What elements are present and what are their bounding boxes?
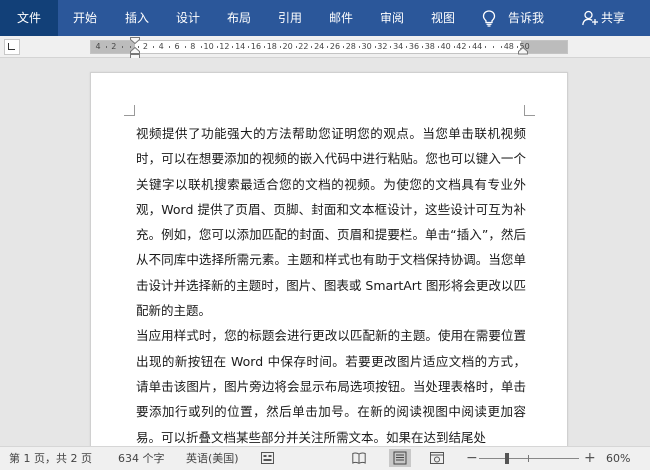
ruler-tick <box>216 46 218 48</box>
read-mode-icon[interactable] <box>352 452 366 464</box>
ruler-number: 40 <box>440 42 451 51</box>
tab-references[interactable]: 引用 <box>265 0 315 36</box>
paragraph-1[interactable]: 视频提供了功能强大的方法帮助您证明您的观点。当您单击联机视频时，可以在想要添加的… <box>136 121 526 323</box>
ruler-tick <box>421 46 423 48</box>
tab-stop-selector[interactable] <box>4 39 20 55</box>
zoom-out-button[interactable]: − <box>466 447 478 470</box>
document-page[interactable]: 视频提供了功能强大的方法帮助您证明您的观点。当您单击联机视频时，可以在想要添加的… <box>90 72 568 446</box>
tell-me-label: 告诉我 <box>508 11 545 25</box>
ruler-number: 42 <box>456 42 467 51</box>
tab-mailings[interactable]: 邮件 <box>316 0 366 36</box>
tell-me-search[interactable]: 告诉我 <box>478 0 558 36</box>
crop-mark-top-left <box>124 105 135 116</box>
zoom-level[interactable]: 60% <box>606 447 630 470</box>
ruler-number: 22 <box>298 42 309 51</box>
ruler-tick <box>121 46 123 48</box>
ruler-tick <box>453 46 455 48</box>
ruler-tick <box>485 46 487 48</box>
tab-view[interactable]: 视图 <box>418 0 468 36</box>
ruler-tick <box>406 46 408 48</box>
right-indent-marker[interactable] <box>518 47 528 55</box>
ruler-number: 10 <box>203 42 214 51</box>
ruler-tick <box>342 46 344 48</box>
ruler-number: 26 <box>329 42 341 51</box>
ruler-tick <box>390 46 392 48</box>
ruler-number: 6 <box>174 42 180 51</box>
share-button[interactable]: 共享 <box>580 0 644 36</box>
ruler-number: 18 <box>266 42 277 51</box>
ruler-bar: 4 2 2 4 6 8 10 12 14 16 18 20 22 24 26 28 30 32 34 36 38 40 42… <box>0 36 650 60</box>
ruler-tick <box>153 46 155 48</box>
ruler-tick <box>295 46 297 48</box>
web-layout-icon[interactable] <box>430 452 444 464</box>
document-body[interactable]: 视频提供了功能强大的方法帮助您证明您的观点。当您单击联机视频时，可以在想要添加的… <box>136 121 526 446</box>
ruler-number: 4 <box>158 42 164 51</box>
language-indicator[interactable]: 英语(美国) <box>186 447 239 470</box>
ruler-number: 14 <box>235 42 246 51</box>
tab-layout[interactable]: 布局 <box>214 0 264 36</box>
ruler-number: 34 <box>393 42 404 51</box>
ruler-number: 24 <box>314 42 325 51</box>
ruler-number: 30 <box>361 42 372 51</box>
ruler-tick <box>184 46 186 48</box>
zoom-slider-track[interactable] <box>479 458 579 459</box>
ruler-tick <box>279 46 281 48</box>
horizontal-ruler[interactable]: 4 2 2 4 6 8 10 12 14 16 18 20 22 24 26 28 30 32 34 36 38 40 42… <box>90 37 568 60</box>
ruler-number: 4 <box>95 42 101 51</box>
zoom-slider-center-mark <box>528 455 529 462</box>
tab-home[interactable]: 开始 <box>60 0 110 36</box>
tab-file[interactable]: 文件 <box>0 0 58 36</box>
ruler-number: 44 <box>472 42 483 51</box>
ruler-tick <box>374 46 376 48</box>
zoom-in-button[interactable]: + <box>584 447 596 470</box>
ruler-tick <box>248 46 250 48</box>
ruler-tick <box>105 46 107 48</box>
paragraph-2[interactable]: 当应用样式时，您的标题会进行更改以匹配新的主题。使用在需要位置出现的新按钮在 W… <box>136 323 526 446</box>
ruler-number: 12 <box>219 42 230 51</box>
ruler-number: 16 <box>250 42 262 51</box>
ruler-number: 2 <box>111 42 117 51</box>
ruler-number: 38 <box>424 42 435 51</box>
ruler-tick <box>311 46 313 48</box>
macro-recording-icon[interactable] <box>261 452 274 464</box>
status-bar: 第 1 页，共 2 页 634 个字 英语(美国) − + 60% <box>0 446 650 470</box>
word-count[interactable]: 634 个字 <box>118 447 165 470</box>
ruler-tick <box>200 46 202 48</box>
ruler-number: 48 <box>503 42 514 51</box>
share-label: 共享 <box>601 11 626 25</box>
ruler-tick <box>263 46 265 48</box>
tab-design[interactable]: 设计 <box>163 0 213 36</box>
ruler-tick <box>327 46 329 48</box>
ruler-tick <box>169 46 171 48</box>
ruler-tick <box>358 46 360 48</box>
print-layout-icon <box>393 451 407 465</box>
ruler-tick <box>437 46 439 48</box>
ribbon-tab-bar: 文件 开始 插入 设计 布局 引用 邮件 审阅 视图 告诉我 共享 <box>0 0 650 36</box>
tab-review[interactable]: 审阅 <box>367 0 417 36</box>
tab-insert[interactable]: 插入 <box>112 0 162 36</box>
ruler-number: 28 <box>345 42 356 51</box>
ruler-tick <box>500 46 502 48</box>
ruler-number: 32 <box>377 42 388 51</box>
print-layout-button[interactable] <box>389 449 411 467</box>
ruler-number: 8 <box>190 42 196 51</box>
page-count[interactable]: 第 1 页，共 2 页 <box>9 447 92 470</box>
ruler-tick <box>469 46 471 48</box>
person-add-icon <box>582 10 598 26</box>
crop-mark-top-right <box>524 105 535 116</box>
document-workspace: 视频提供了功能强大的方法帮助您证明您的观点。当您单击联机视频时，可以在想要添加的… <box>0 58 650 446</box>
zoom-slider-thumb[interactable] <box>504 453 509 464</box>
ruler-tick <box>493 46 494 48</box>
ruler-number: 20 <box>282 42 293 51</box>
ruler-number: 2 <box>142 42 148 51</box>
left-tab-icon <box>8 43 15 50</box>
first-line-indent-marker[interactable] <box>130 37 140 44</box>
ruler-tick <box>232 46 234 48</box>
lightbulb-icon <box>482 10 496 27</box>
ruler-number: 36 <box>408 42 420 51</box>
